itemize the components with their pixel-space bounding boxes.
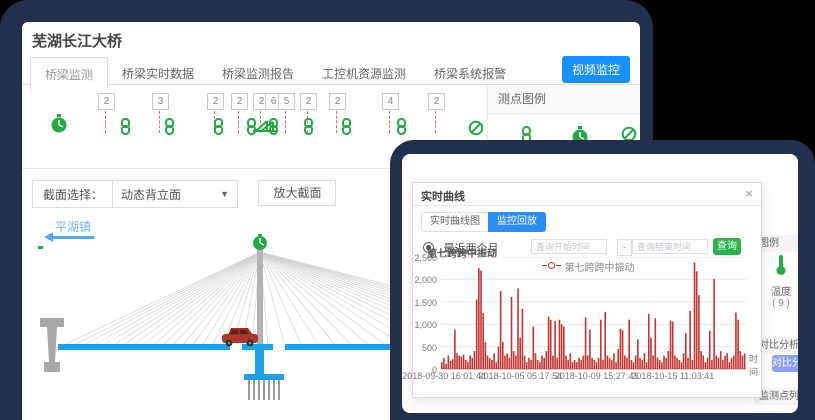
section-select-box: 截面选择： 动态背立面 ▼ [32,180,238,208]
chain-icon[interactable] [396,118,407,140]
ban-icon[interactable] [468,120,484,141]
chain-icon[interactable] [213,118,224,140]
enlarge-section-button[interactable]: 放大截面 [258,180,336,206]
y-axis-tick: 1,500 [413,298,437,308]
sensor-count-badge: 5 [278,93,295,110]
sensor-count-badge: 2 [231,93,248,110]
section-select-value: 动态背立面 [121,186,181,203]
x-axis-tick: 2018-10-09 15:27:41 [555,371,639,381]
temperature-item[interactable]: 温度 ( 9 ) [764,254,798,309]
section-select[interactable]: 动态背立面 ▼ [112,180,238,208]
dialog-header: 实时曲线 × [413,183,761,206]
dialog-title: 实时曲线 [421,188,465,204]
tab-2[interactable]: 桥梁监测报告 [208,57,308,89]
y-axis-tick: 2,500 [413,253,437,263]
page-title: 芜湖长江大桥 [32,30,122,51]
section-toolbar: 截面选择： 动态背立面 ▼ 放大截面 [32,180,336,206]
query-start-input[interactable] [531,239,607,254]
video-monitor-button[interactable]: 视频监控 [562,56,630,83]
close-icon[interactable]: × [745,186,753,201]
dialog-tab-1[interactable]: 监控回放 [488,212,546,232]
dialog-tab-group: 实时曲线图监控回放 [421,211,546,232]
dashed-connector [285,111,286,133]
bridge-icon[interactable] [252,118,278,139]
y-axis-tick: 1,000 [413,320,437,330]
chart-plot-area [441,257,746,369]
y-axis-tick: 500 [413,343,437,353]
x-axis-tick: 2018-10-05 05:17:54 [479,371,563,381]
sensor-count-badge: 2 [98,93,115,110]
dialog-tab-0[interactable]: 实时曲线图 [421,212,488,232]
dashed-connector [238,111,239,133]
main-tab-bar: 桥梁监测桥梁实时数据桥梁监测报告工控机资源监测桥梁系统报警 [22,56,640,85]
section-select-label: 截面选择： [33,186,113,203]
thermometer-icon [775,263,787,280]
x-axis-title: 时间 [749,352,763,378]
dashed-connector [435,111,436,133]
realtime-curve-dialog: 实时曲线 × 实时曲线图监控回放 最近两个月 - 查询 第七跨跨中振动 第七跨跨… [412,182,762,398]
sensor-count-badge: 2 [329,93,346,110]
temperature-label: 温度 [764,283,798,298]
range-separator: - [617,239,632,256]
dashed-connector [336,111,337,133]
dashed-connector [159,111,160,133]
sensor-count-badge: 2 [300,93,317,110]
query-button[interactable]: 查询 [713,238,741,255]
sensor-count-badge: 4 [382,93,399,110]
tab-3[interactable]: 工控机资源监测 [308,57,420,89]
dashed-connector [389,111,390,133]
chain-icon[interactable] [164,118,175,140]
sensor-count-badge: 3 [152,93,169,110]
tab-4[interactable]: 桥梁系统报警 [420,57,520,89]
dashed-connector [105,111,106,133]
chain-icon[interactable] [120,118,131,140]
chevron-down-icon: ▼ [220,189,229,199]
query-end-input[interactable] [632,239,708,254]
sensor-count-badge: 2 [428,93,445,110]
x-axis-tick: 2018-10-15 11:03:41 [631,371,714,381]
tab-1[interactable]: 桥梁实时数据 [108,57,208,89]
stopwatch-icon[interactable] [50,114,68,139]
sensor-count-badge: 2 [207,93,224,110]
chain-icon[interactable] [341,118,352,140]
chain-icon[interactable] [303,118,314,140]
legend-panel-title: 测点图例 [488,86,640,114]
x-axis-tick: 2018-09-30 16:01:44 [402,371,486,381]
y-axis-tick: 2,000 [413,275,437,285]
compare-analysis-button[interactable]: 对比分析 [772,355,798,372]
vibration-chart: 时间 05001,0001,5002,0002,5002018-09-30 16… [413,255,763,395]
temperature-count: ( 9 ) [764,298,798,309]
screen: 芜湖长江大桥 桥梁监测桥梁实时数据桥梁监测报告工控机资源监测桥梁系统报警 视频监… [0,0,815,420]
